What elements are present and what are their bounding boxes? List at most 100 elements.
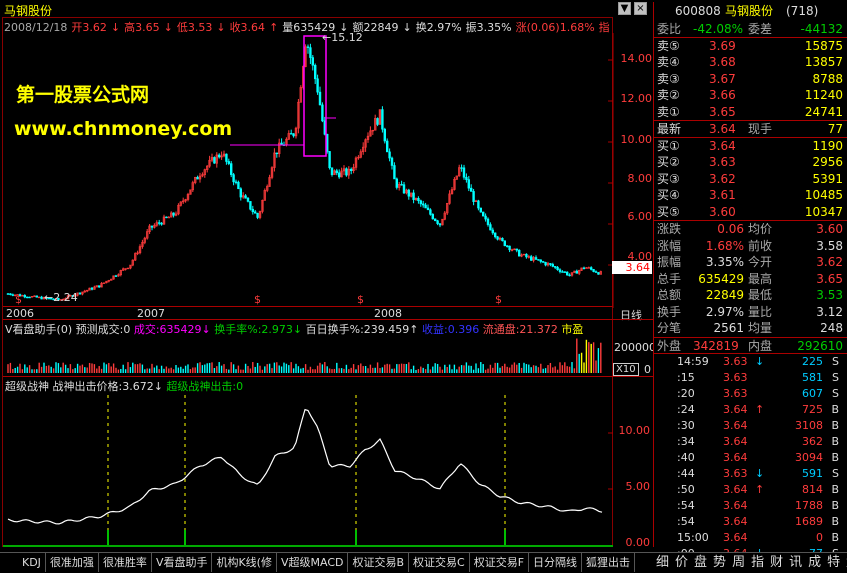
candle-body [78,292,82,295]
sell-volume: 24741 [804,104,843,119]
quote-tab[interactable]: 周 [729,553,748,572]
candle-body [486,218,490,225]
candle-body [479,207,482,213]
low-arrow: ↓ [216,21,226,33]
tick-time: :54 [677,515,695,528]
sell-price: 3.69 [709,38,736,53]
god-chart[interactable] [0,390,653,547]
tick-volume: 1689 [795,515,823,528]
candle-body [311,57,314,66]
price-chart[interactable] [0,33,653,308]
buy-label: 买③ [657,171,680,186]
buy-row[interactable]: 买③ 3.62 5391 [653,171,847,188]
sell-volume: 8788 [812,71,843,86]
close-button[interactable]: × [634,2,647,15]
quote-tab[interactable]: 指 [748,553,767,572]
tick-list[interactable]: 14:59 3.63 ↓ 225 S:15 3.63 581 S:20 3.63 607 S:24 3… [653,354,847,562]
god-yaxis-0: 0.00 [625,536,651,549]
tick-arrow: ↓ [755,355,765,368]
tick-side: B [831,403,839,416]
tab-henzhun[interactable]: 很准加强 [46,553,99,572]
tick-side: B [831,531,839,544]
quote-tab[interactable]: 细 [653,553,672,572]
god-line [7,408,603,525]
stat-label: 最低 [748,288,773,302]
tab-shenglv[interactable]: 很准胜率 [99,553,152,572]
stat-value: 635429 [698,271,744,286]
candle-body [419,200,422,205]
tab-kanpan[interactable]: V看盘助手 [152,553,213,572]
quote-tab[interactable]: 特 [824,553,843,572]
neipan-label: 内盘 [748,338,773,353]
sell-row[interactable]: 卖④ 3.68 13857 [653,54,847,71]
candle-body [227,161,230,164]
candle-body [196,176,199,180]
quote-tab[interactable]: 盘 [691,553,710,572]
max-price-label: ←15.12 [322,31,363,44]
candle-body [589,267,593,270]
sell-volume: 15875 [804,38,843,53]
signal-mark: $ [254,293,261,306]
candle-body [234,181,238,183]
divider [3,376,653,377]
candle-body [565,271,569,276]
tab-quanzheng-c[interactable]: 权证交易C [409,553,470,572]
sell-row[interactable]: 卖① 3.65 24741 [653,104,847,121]
stat-value: 1.68% [705,238,744,253]
tab-quanzheng-f[interactable]: 权证交易F [470,553,530,572]
candle-body [40,296,43,300]
tab-macd[interactable]: V超级MACD [277,553,349,572]
buy-label: 买⑤ [657,204,680,219]
volume-chart[interactable] [0,335,613,375]
tick-row: :15 3.63 581 S [653,370,847,386]
buy-row[interactable]: 买② 3.63 2956 [653,154,847,171]
tick-volume: 1788 [795,499,823,512]
period-label[interactable]: 日线 [620,307,642,323]
candle-body [556,267,559,271]
buy-row[interactable]: 买⑤ 3.60 10347 [653,204,847,221]
quote-tab[interactable]: 财 [767,553,786,572]
tab-quanzheng-b[interactable]: 权证交易B [348,553,410,572]
sell-row[interactable]: 卖③ 3.67 8788 [653,71,847,88]
sell-row[interactable]: 卖⑤ 3.69 15875 [653,38,847,55]
candle-body [218,154,221,158]
tab-fenge[interactable]: 日分隔线 [529,553,583,572]
sell-row[interactable]: 卖② 3.66 11240 [653,87,847,104]
tick-row: :54 3.64 1788 B [653,498,847,514]
quote-tab[interactable]: 价 [672,553,691,572]
sell-price: 3.68 [709,55,736,69]
waipan-value: 342819 [693,338,739,353]
sell-volume: 13857 [804,55,843,69]
current-price-tag: 3.64 [612,261,652,274]
minimize-button[interactable]: ▼ [618,2,631,15]
candle-body [90,287,94,290]
candle-body [568,274,571,277]
candle-body [6,293,10,295]
candle-body [429,209,432,215]
amplitude-text: 振3.35% [465,21,512,33]
tab-huli[interactable]: 狐狸出击 [582,553,636,572]
latest-row: 最新 3.64 现手 77 [653,121,847,138]
yaxis-label-6: 6.00 [627,210,653,223]
quote-tab[interactable]: 讯 [786,553,805,572]
buy-row[interactable]: 买④ 3.61 10485 [653,187,847,204]
vol-zero-label: 0 [644,363,651,376]
watermark-url: www.chnmoney.com [14,118,233,140]
latest-value: 3.64 [709,122,736,136]
yaxis-label-10: 10.00 [620,133,653,146]
buy-row[interactable]: 买① 3.64 1190 [653,138,847,155]
stat-label: 总额 [657,288,682,302]
tab-jigou[interactable]: 机构K线(修 [212,553,277,572]
tab-kdj[interactable]: KDJ [18,553,46,572]
date-text: 2008/12/18 [4,21,68,33]
quote-tab[interactable]: 解 [843,553,847,572]
close-arrow: ↑ [269,21,279,33]
quote-tab[interactable]: 势 [710,553,729,572]
tick-volume: 3108 [795,419,823,432]
tick-time: :50 [677,483,695,496]
sell-volume: 11240 [804,88,843,102]
yaxis-label-8: 8.00 [627,172,653,185]
quote-tab[interactable]: 成 [805,553,824,572]
amount-arrow: ↓ [402,21,412,33]
candle-body [383,128,386,142]
